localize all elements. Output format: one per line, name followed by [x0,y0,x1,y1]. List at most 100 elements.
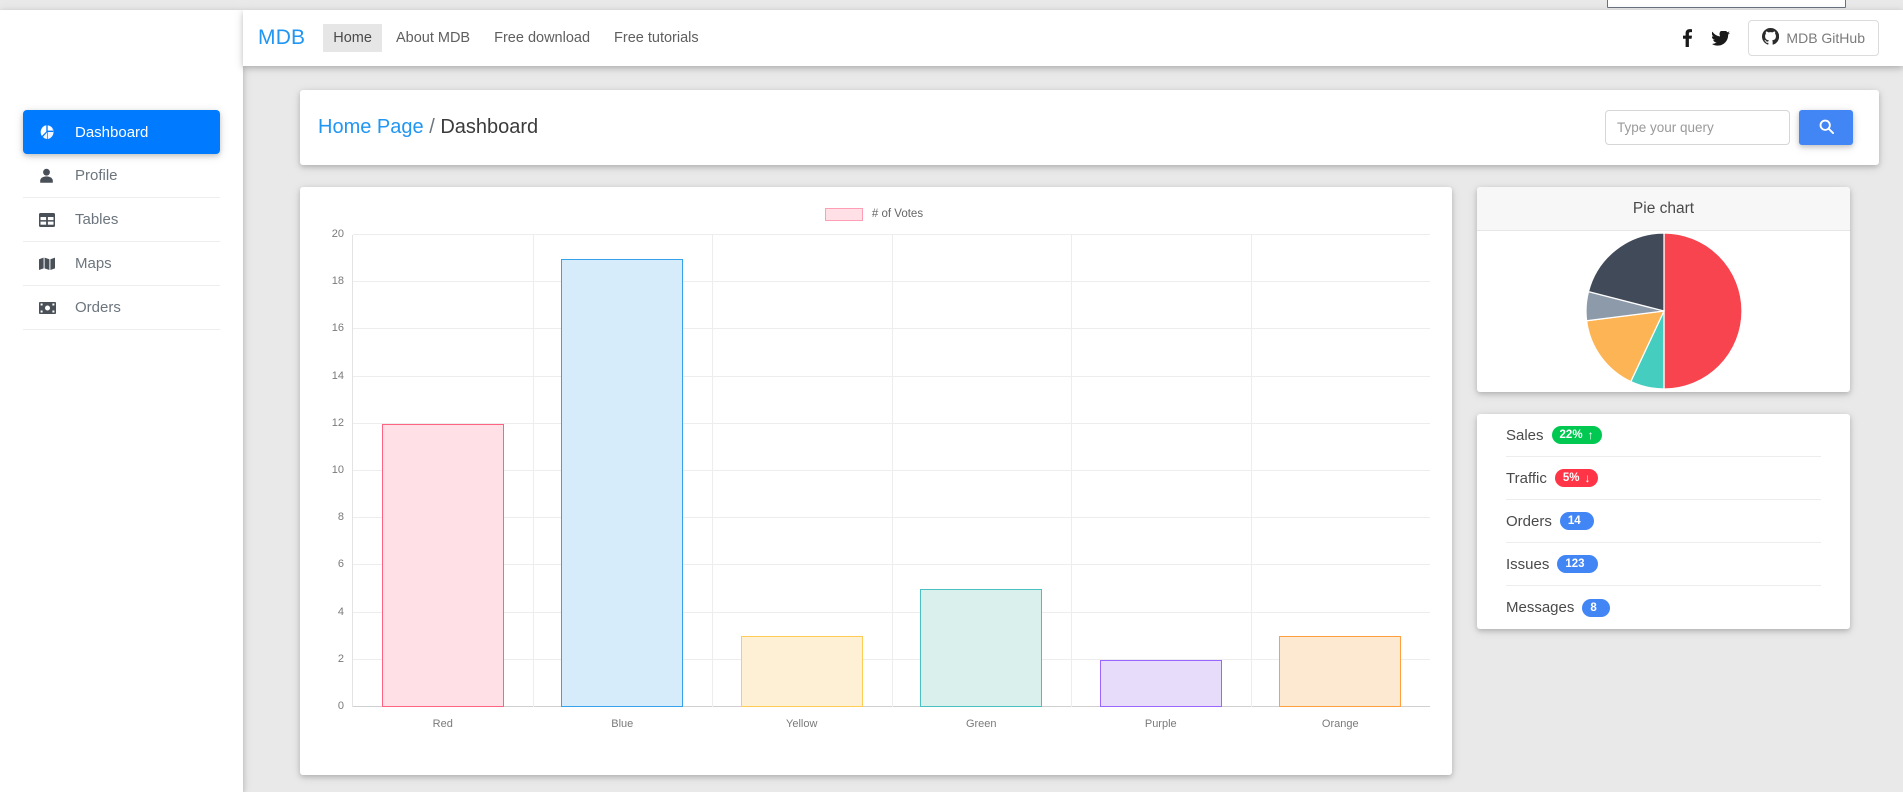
sidebar-item-label: Profile [75,167,118,184]
navbar-right-group: MDB GitHub [1670,20,1903,56]
y-axis-tick-label: 0 [338,700,353,712]
y-axis-tick-label: 16 [332,322,353,334]
badge-arrow-icon: ↓ [1584,471,1590,485]
sidebar-item-orders[interactable]: Orders [23,286,220,330]
list-item[interactable]: Orders 14 [1506,500,1821,543]
navbar-brand[interactable]: MDB [258,26,305,50]
list-item-label: Messages [1506,599,1574,616]
top-navbar: MDB Home About MDB Free download Free tu… [243,10,1903,66]
list-item-label: Traffic [1506,470,1547,487]
bar[interactable] [741,636,863,707]
x-axis-tick-label: Red [433,718,453,730]
list-item[interactable]: Sales 22% ↑ [1506,414,1821,457]
y-axis-tick-label: 12 [332,417,353,429]
y-axis-tick-label: 14 [332,370,353,382]
y-axis-tick-label: 4 [338,606,353,618]
sidebar-item-label: Maps [75,255,112,272]
github-button[interactable]: MDB GitHub [1748,20,1879,56]
badge-value: 8 [1590,601,1596,615]
search-group [1605,110,1853,145]
list-item[interactable]: Issues 123 [1506,543,1821,586]
github-icon [1762,28,1786,48]
side-column: Pie chart Sales 22% ↑ Traffic 5% [1477,187,1850,775]
x-gridline [1251,235,1252,707]
y-axis-tick-label: 20 [332,228,353,240]
pie-chart-card: Pie chart [1477,187,1850,392]
y-axis-tick-label: 18 [332,275,353,287]
y-axis-tick-label: 2 [338,653,353,665]
status-badge: 8 [1582,599,1609,617]
sidebar-item-dashboard[interactable]: Dashboard [23,110,220,154]
list-item-label: Sales [1506,427,1544,444]
status-badge: 14 [1560,512,1594,530]
x-gridline [1071,235,1072,707]
pie-chart-body[interactable] [1477,231,1850,391]
pie-slice[interactable] [1664,233,1742,389]
sidebar-item-label: Orders [75,299,121,316]
bar-chart-card: # of Votes 02468101214161820RedBlueYello… [300,187,1452,775]
bar[interactable] [1279,636,1401,707]
nav-link-home[interactable]: Home [323,24,382,52]
y-axis-tick-label: 8 [338,511,353,523]
breadcrumb-current: Dashboard [440,116,538,138]
breadcrumb-link-home[interactable]: Home Page [318,116,424,138]
nav-link-free-download[interactable]: Free download [484,24,600,52]
pie-chart-title: Pie chart [1477,187,1850,231]
x-gridline [892,235,893,707]
bar-chart-plot: 02468101214161820RedBlueYellowGreenPurpl… [352,227,1430,747]
nav-link-about-mdb[interactable]: About MDB [386,24,480,52]
breadcrumb-separator: / [429,116,435,138]
bar[interactable] [382,424,504,707]
list-item-label: Orders [1506,513,1552,530]
list-item[interactable]: Traffic 5% ↓ [1506,457,1821,500]
sidebar-item-label: Dashboard [75,124,148,141]
nav-link-free-tutorials[interactable]: Free tutorials [604,24,709,52]
list-item[interactable]: Messages 8 [1506,586,1821,629]
sidebar-nav: Dashboard Profile Tables [0,10,243,330]
x-axis-tick-label: Yellow [786,718,817,730]
legend-label-votes: # of Votes [872,208,923,220]
search-icon [1819,119,1834,137]
status-badge: 5% ↓ [1555,469,1599,487]
x-axis-tick-label: Orange [1322,718,1359,730]
status-badge: 22% ↑ [1552,426,1602,444]
bar-chart-plot-area: 02468101214161820RedBlueYellowGreenPurpl… [352,235,1430,707]
table-icon [39,213,65,227]
search-button[interactable] [1799,110,1853,145]
github-button-label: MDB GitHub [1786,30,1865,46]
list-item-label: Issues [1506,556,1549,573]
y-axis-tick-label: 6 [338,558,353,570]
status-badge: 123 [1557,555,1597,573]
x-gridline [533,235,534,707]
x-axis-tick-label: Green [966,718,997,730]
bar[interactable] [920,589,1042,707]
search-input[interactable] [1605,110,1790,145]
content-row: # of Votes 02468101214161820RedBlueYello… [300,187,1879,775]
bar[interactable] [561,259,683,707]
sidebar-item-label: Tables [75,211,118,228]
sidebar-item-tables[interactable]: Tables [23,198,220,242]
sidebar: Dashboard Profile Tables [0,10,243,792]
sidebar-item-profile[interactable]: Profile [23,154,220,198]
breadcrumb: Home Page / Dashboard [318,116,538,139]
user-icon [39,168,65,184]
bar[interactable] [1100,660,1222,707]
badge-arrow-icon: ↑ [1588,428,1594,442]
money-bill-icon [39,302,65,314]
badge-value: 14 [1568,514,1581,528]
bar-chart-legend[interactable]: # of Votes [318,201,1430,227]
pie-chart[interactable] [1586,233,1742,389]
badge-value: 22% [1560,428,1583,442]
x-axis-tick-label: Blue [611,718,633,730]
map-icon [39,257,65,271]
y-axis-tick-label: 10 [332,464,353,476]
x-gridline [712,235,713,707]
browser-overlay-stub [1607,0,1846,8]
badge-value: 5% [1563,471,1580,485]
breadcrumb-card: Home Page / Dashboard [300,90,1879,165]
sidebar-item-maps[interactable]: Maps [23,242,220,286]
main-content: Home Page / Dashboard # of Votes [243,66,1903,792]
facebook-icon[interactable] [1670,24,1704,52]
pie-chart-icon [39,124,65,140]
twitter-icon[interactable] [1704,24,1738,52]
